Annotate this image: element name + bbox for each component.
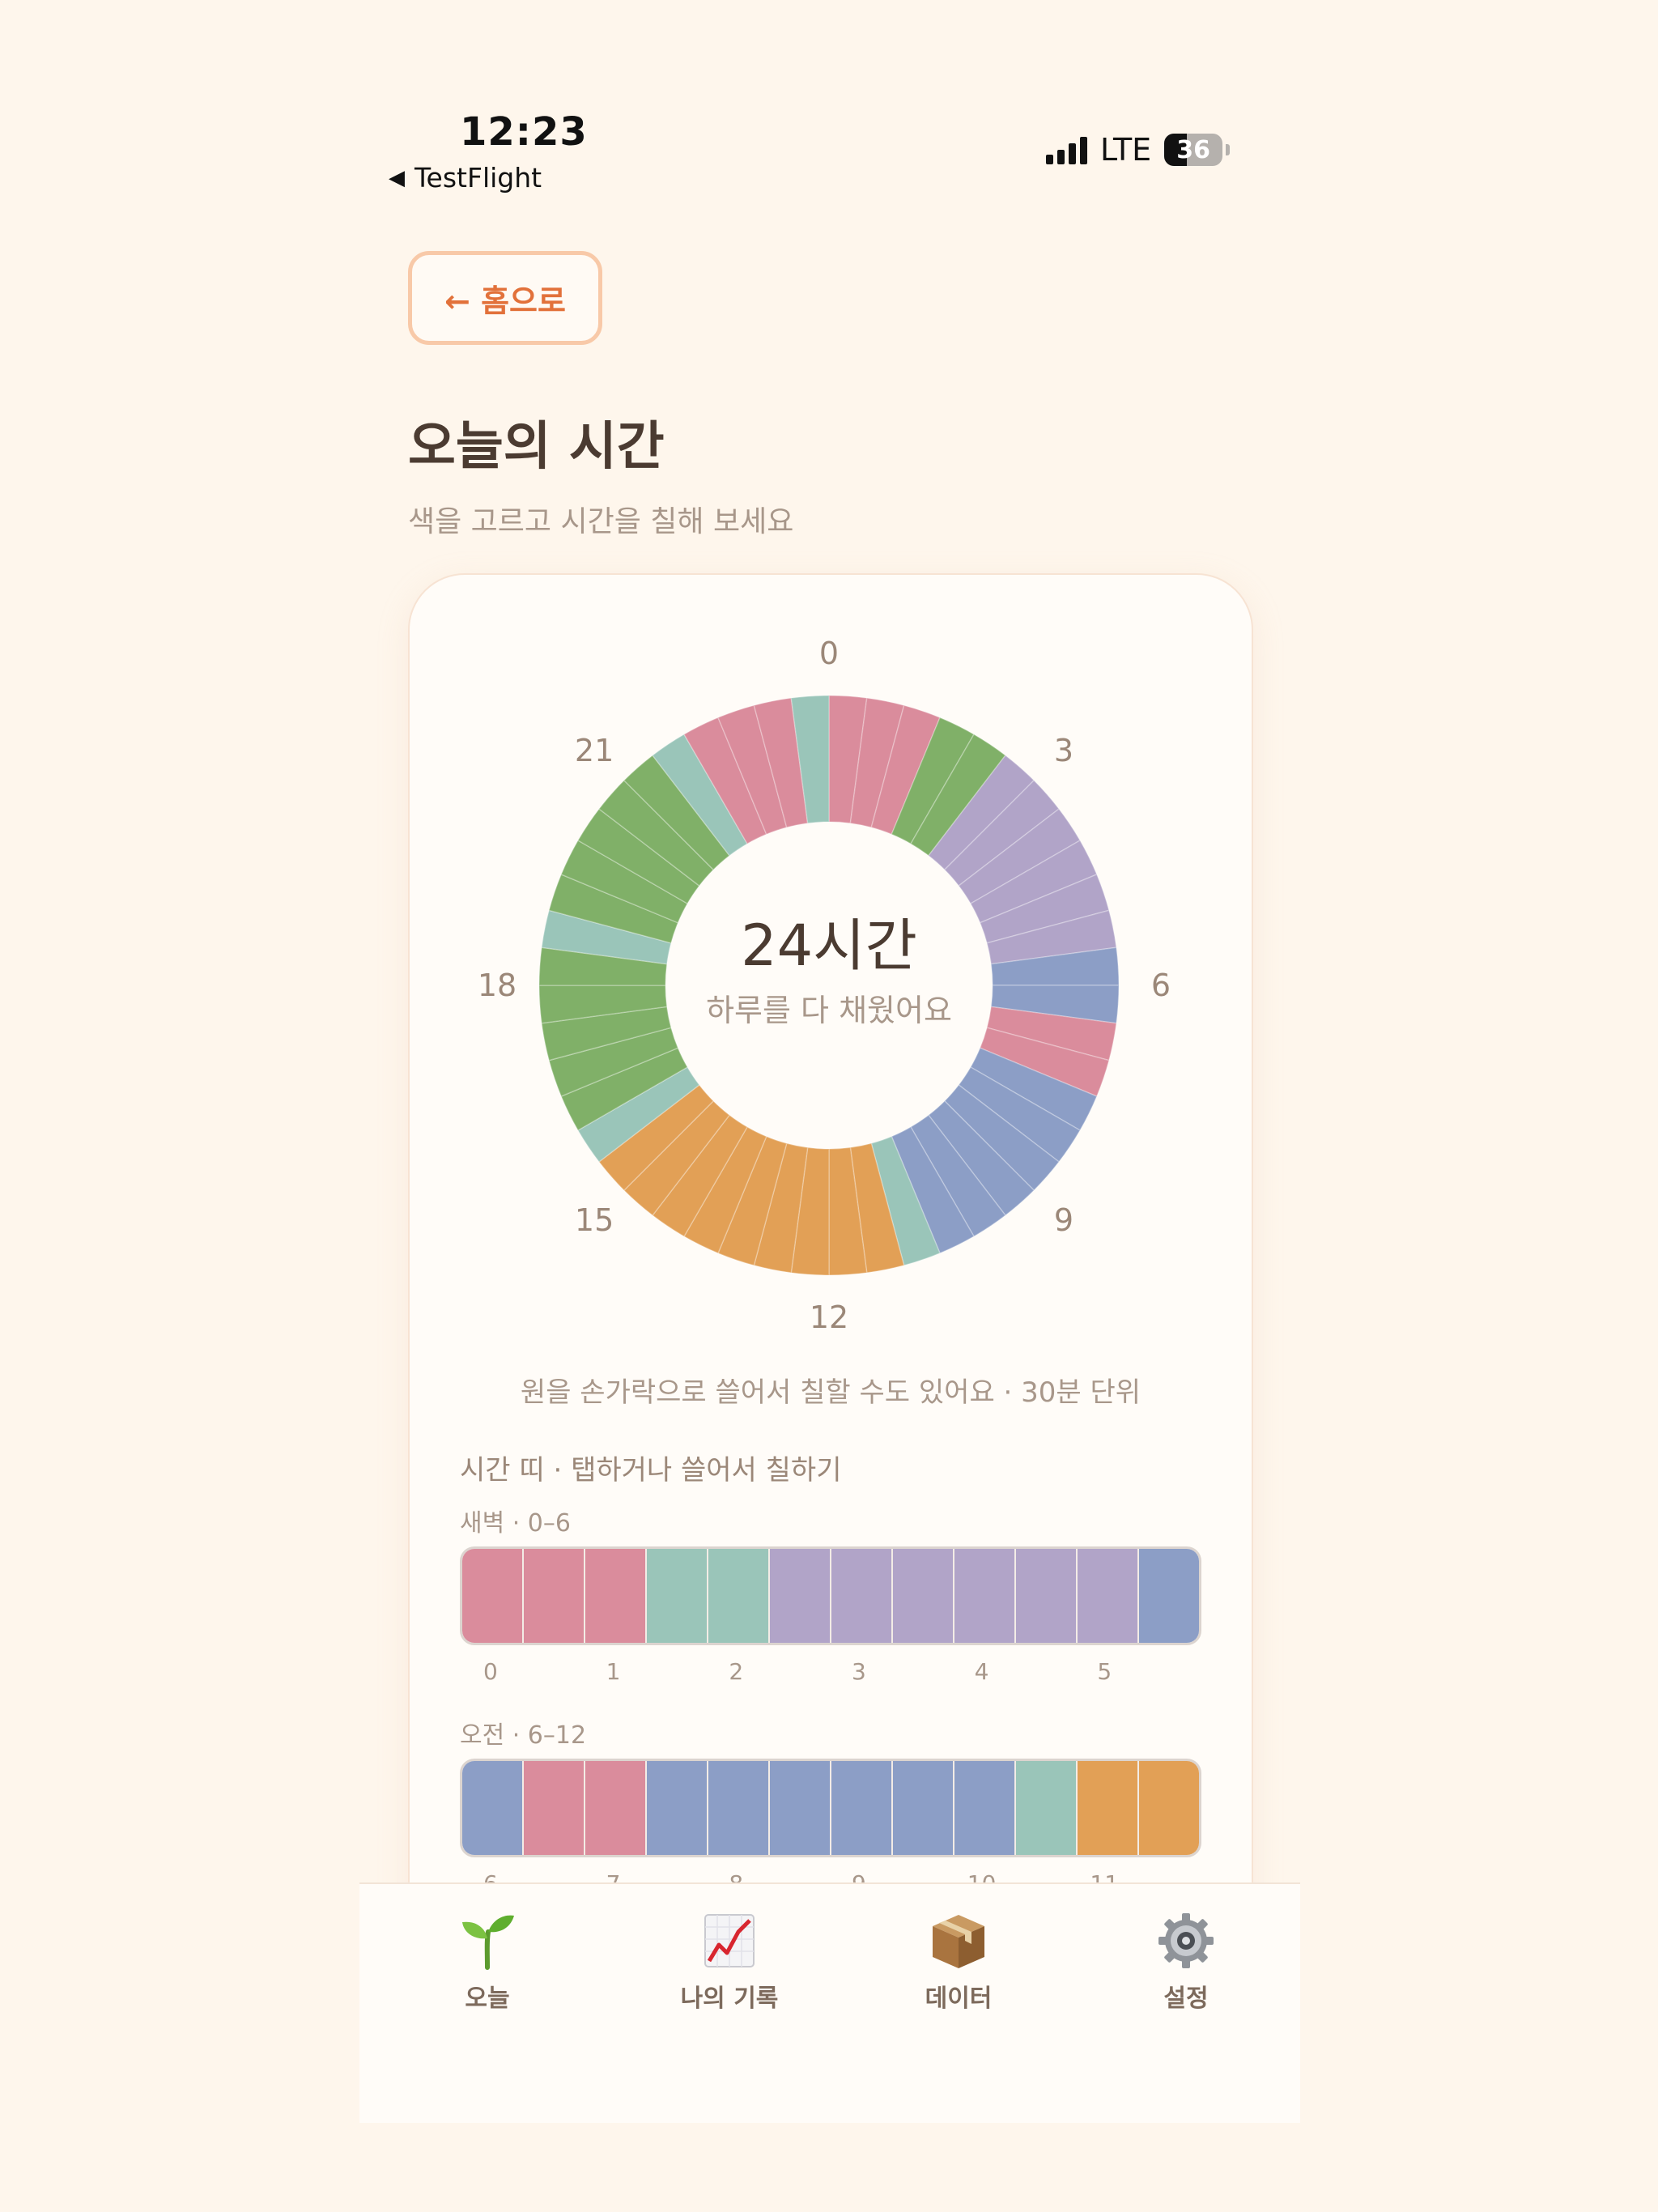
- ring-hour-label: 21: [575, 733, 614, 768]
- day-ring-chart[interactable]: 0 3 6 9 12 15 18 21 24시간 하루를 다 채웠어요: [410, 575, 1252, 1352]
- back-app-label: TestFlight: [414, 162, 542, 194]
- signal-icon: [1046, 135, 1087, 164]
- battery-icon: 36: [1164, 134, 1223, 166]
- tab-data[interactable]: 데이터: [878, 1908, 1039, 2014]
- ring-hour-label: 18: [478, 968, 517, 1003]
- tab-records[interactable]: 나의 기록: [648, 1908, 810, 2014]
- strip-cell[interactable]: [647, 1761, 708, 1855]
- package-icon: [878, 1908, 1039, 1973]
- page-title: 오늘의 시간: [408, 417, 665, 477]
- status-indicators: LTE 36: [1046, 132, 1231, 168]
- strip-tick: 1: [606, 1658, 621, 1685]
- time-strip-morning[interactable]: [460, 1759, 1201, 1857]
- strip-cell[interactable]: [954, 1549, 1016, 1643]
- ring-hint: 원을 손가락으로 쓸어서 칠할 수도 있어요 · 30분 단위: [520, 1376, 1141, 1409]
- tab-label-today: 오늘: [465, 1984, 510, 2013]
- chart-icon: [648, 1908, 810, 1973]
- strip-cell[interactable]: [1139, 1549, 1199, 1643]
- time-card: 0 3 6 9 12 15 18 21 24시간 하루를 다 채웠어요 원을 손가락으로 쓸어…: [408, 573, 1253, 1953]
- strip-cell[interactable]: [893, 1549, 954, 1643]
- strip-cell[interactable]: [585, 1761, 647, 1855]
- network-type: LTE: [1100, 132, 1152, 168]
- app-screen: 12:23 ◀ TestFlight LTE 36 ← 홈으로 오늘의 시간 색…: [359, 0, 1300, 2123]
- strip-cell[interactable]: [770, 1549, 831, 1643]
- strip-cell[interactable]: [1016, 1761, 1078, 1855]
- ring-hour-label: 9: [1054, 1202, 1073, 1238]
- strip-cell[interactable]: [585, 1549, 647, 1643]
- strip-tick: 5: [1097, 1658, 1112, 1685]
- strip-cell[interactable]: [708, 1549, 770, 1643]
- tab-label-records: 나의 기록: [680, 1984, 779, 2013]
- ring-hour-label: 3: [1054, 733, 1073, 768]
- gear-icon: [1105, 1908, 1267, 1973]
- ring-hour-label: 6: [1151, 968, 1171, 1003]
- ring-hour-label: 12: [810, 1300, 848, 1335]
- strip-cell[interactable]: [1078, 1549, 1139, 1643]
- strip-cell[interactable]: [647, 1549, 708, 1643]
- tab-label-data: 데이터: [925, 1984, 993, 2013]
- strip-cell[interactable]: [462, 1549, 524, 1643]
- band-label-morning: 오전 · 6–12: [460, 1721, 587, 1750]
- seedling-icon: [406, 1908, 568, 1973]
- strip-section-title: 시간 띠 · 탭하거나 쓸어서 칠하기: [460, 1454, 842, 1487]
- strip-cell[interactable]: [524, 1549, 585, 1643]
- strip-cell[interactable]: [1016, 1549, 1078, 1643]
- strip-cell[interactable]: [954, 1761, 1016, 1855]
- page-subtitle: 색을 고르고 시간을 칠해 보세요: [408, 505, 794, 538]
- strip-tick: 2: [729, 1658, 744, 1685]
- strip-cell[interactable]: [462, 1761, 524, 1855]
- strip-cell[interactable]: [831, 1761, 893, 1855]
- time-strip-dawn[interactable]: [460, 1546, 1201, 1645]
- ring-center-caption: 하루를 다 채웠어요: [706, 993, 952, 1028]
- ring-hour-label: 0: [819, 636, 839, 671]
- strip-cell[interactable]: [831, 1549, 893, 1643]
- tab-bar: 오늘 나의 기록 데이터 설정: [359, 1882, 1300, 2123]
- strip-cell[interactable]: [770, 1761, 831, 1855]
- strip-cell[interactable]: [1078, 1761, 1139, 1855]
- strip-cell[interactable]: [708, 1761, 770, 1855]
- tab-label-settings: 설정: [1163, 1984, 1209, 2013]
- strip-cell[interactable]: [1139, 1761, 1199, 1855]
- tab-settings[interactable]: 설정: [1105, 1908, 1267, 2014]
- back-to-app-link[interactable]: ◀ TestFlight: [389, 162, 542, 194]
- strip-tick: 3: [851, 1658, 866, 1685]
- back-triangle-icon: ◀: [389, 165, 405, 190]
- strip-tick: 0: [483, 1658, 498, 1685]
- ring-center-total: 24시간: [741, 912, 917, 979]
- strip-cell[interactable]: [893, 1761, 954, 1855]
- home-button[interactable]: ← 홈으로: [408, 251, 602, 345]
- strip-ticks-dawn: 0 1 2 3 4 5: [460, 1658, 1197, 1691]
- status-time: 12:23: [460, 109, 588, 155]
- band-label-dawn: 새벽 · 0–6: [460, 1509, 571, 1538]
- battery-level: 36: [1176, 135, 1211, 164]
- strip-tick: 4: [974, 1658, 989, 1685]
- tab-today[interactable]: 오늘: [406, 1908, 568, 2014]
- strip-cell[interactable]: [524, 1761, 585, 1855]
- ring-hour-label: 15: [575, 1202, 614, 1238]
